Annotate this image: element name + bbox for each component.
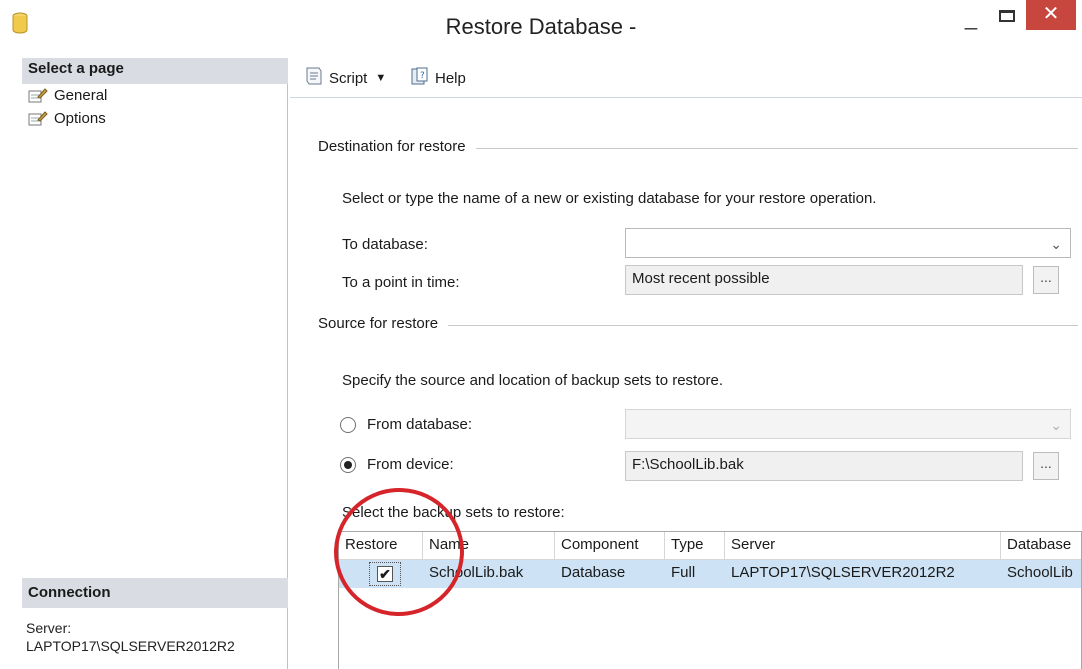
- general-page: Destination for restore Select or type t…: [290, 99, 1082, 669]
- help-icon: ?: [410, 66, 430, 90]
- wrench-page-icon: [28, 110, 48, 126]
- chevron-down-icon[interactable]: ⌄: [1050, 236, 1062, 253]
- script-button[interactable]: Script ▼: [304, 66, 386, 90]
- from-device-radio[interactable]: [340, 457, 356, 473]
- page-item-options[interactable]: Options: [28, 107, 106, 129]
- help-button[interactable]: ? Help: [410, 66, 466, 90]
- minimize-button[interactable]: _: [956, 4, 986, 32]
- close-button[interactable]: ✕: [1026, 0, 1076, 30]
- maximize-icon: [999, 10, 1015, 22]
- restore-checkbox[interactable]: ✔: [377, 566, 393, 582]
- device-browse-button[interactable]: ...: [1033, 452, 1059, 480]
- backup-sets-label: Select the backup sets to restore:: [342, 504, 565, 521]
- window-title: Restore Database -: [445, 14, 637, 39]
- cell-server: LAPTOP17\SQLSERVER2012R2: [731, 564, 955, 581]
- point-in-time-label: To a point in time:: [342, 274, 460, 291]
- page-item-general[interactable]: General: [28, 84, 107, 106]
- from-database-label[interactable]: From database:: [367, 416, 472, 433]
- maximize-button[interactable]: [992, 4, 1022, 32]
- server-value: LAPTOP17\SQLSERVER2012R2: [26, 638, 235, 654]
- source-description: Specify the source and location of backu…: [342, 372, 724, 389]
- page-selector-pane: Select a page General Options Connection…: [22, 58, 288, 669]
- cell-database: SchoolLib: [1007, 564, 1073, 581]
- grid-header: Restore Name Component Type Server Datab…: [339, 532, 1081, 560]
- svg-text:?: ?: [420, 71, 425, 81]
- destination-description: Select or type the name of a new or exis…: [342, 190, 877, 207]
- source-group-title: Source for restore: [318, 315, 449, 332]
- chevron-down-icon[interactable]: ▼: [375, 72, 386, 84]
- device-path-field: F:\SchoolLib.bak: [625, 451, 1023, 481]
- table-row[interactable]: ✔ SchoolLib.bak Database Full LAPTOP17\S…: [339, 560, 1081, 588]
- wrench-page-icon: [28, 87, 48, 103]
- chevron-down-icon: ⌄: [1050, 417, 1062, 433]
- to-database-combo[interactable]: ⌄: [625, 228, 1071, 258]
- column-header-component[interactable]: Component: [555, 532, 665, 560]
- from-database-radio[interactable]: [340, 417, 356, 433]
- timeline-browse-button[interactable]: ...: [1033, 266, 1059, 294]
- column-header-name[interactable]: Name: [423, 532, 555, 560]
- script-icon: [304, 66, 324, 90]
- destination-group-title: Destination for restore: [318, 138, 476, 155]
- page-item-label: Options: [54, 109, 106, 127]
- point-in-time-field: Most recent possible: [625, 265, 1023, 295]
- backup-sets-grid[interactable]: Restore Name Component Type Server Datab…: [338, 531, 1082, 669]
- connection-header: Connection: [22, 578, 288, 608]
- column-header-type[interactable]: Type: [665, 532, 725, 560]
- cell-component: Database: [561, 564, 626, 581]
- column-header-server[interactable]: Server: [725, 532, 1001, 560]
- title-bar: Restore Database - _ ✕: [0, 0, 1082, 48]
- cell-type: Full: [671, 564, 696, 581]
- page-item-label: General: [54, 86, 108, 104]
- source-database-combo: ⌄: [625, 409, 1071, 439]
- to-database-label: To database:: [342, 236, 428, 253]
- help-label: Help: [435, 69, 466, 87]
- toolbar: Script ▼ ? Help: [290, 58, 1082, 98]
- column-header-restore[interactable]: Restore: [339, 532, 423, 560]
- server-label: Server:: [26, 620, 72, 636]
- column-header-database[interactable]: Database: [1001, 532, 1081, 560]
- from-device-label[interactable]: From device:: [367, 456, 454, 473]
- script-label: Script: [329, 69, 368, 87]
- select-page-header: Select a page: [22, 58, 288, 84]
- cell-name: SchoolLib.bak: [429, 564, 524, 581]
